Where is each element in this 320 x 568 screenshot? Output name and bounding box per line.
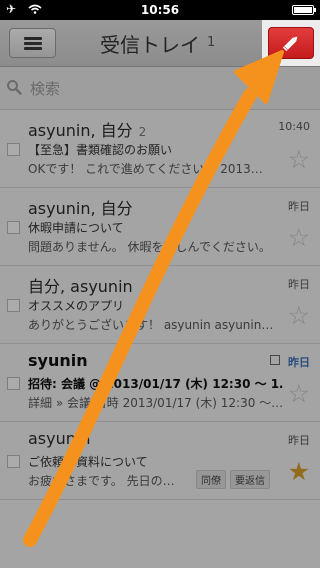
sender-name: syunin [28,351,88,370]
email-labels: 同僚 要返信 [196,469,274,489]
search-input[interactable]: 検索 [30,78,60,99]
email-date: 昨日 [288,434,310,447]
select-checkbox[interactable] [7,143,20,156]
sender-name: 自分, asyunin [28,277,133,296]
select-checkbox[interactable] [7,221,20,234]
compose-button-inner [268,27,314,59]
list-item[interactable]: 自分, asyunin 昨日 オススメのアプリ ありがとうございます！ asyu… [0,266,320,344]
page-title: 受信トレイ [100,33,200,57]
list-item[interactable]: asyunin, 自分 昨日 休暇申請について 問題ありません。 休暇を楽しんで… [0,188,320,266]
select-checkbox[interactable] [7,455,20,468]
mail-list: asyunin, 自分 2 10:40 【至急】書類確認のお願い OKです！ これ… [0,110,320,500]
email-snippet: ありがとうございます！ asyunin asyunin… [28,318,274,332]
label-chip: 要返信 [230,470,270,489]
email-sender: asyunin, 自分 2 [28,117,146,141]
star-icon[interactable]: ★ [288,459,310,484]
calendar-icon [270,355,280,365]
star-icon[interactable]: ☆ [288,381,310,406]
email-date: 昨日 [288,200,310,213]
email-subject: オススメのアプリ [28,299,125,313]
hamburger-icon [24,37,42,40]
email-snippet: 問題ありません。 休暇を楽しんでください。 [28,240,271,254]
menu-button[interactable] [9,28,56,58]
email-snippet: 詳細 » 会議 日時 2013/01/17 (木) 12:30 〜… [28,396,283,410]
email-snippet: お疲れさまです。 先日の… [28,474,175,488]
thread-count: 2 [138,125,147,139]
email-subject: 【至急】書類確認のお願い [28,143,173,157]
email-sender: asyunin, 自分 [28,195,133,219]
hamburger-icon-bar [24,47,42,50]
list-item[interactable]: syunin 昨日 招待: 会議 @ 2013/01/17 (木) 12:30 … [0,344,320,422]
email-sender: syunin [28,351,88,370]
email-date: 昨日 [288,278,310,291]
email-date: 10:40 [278,120,310,133]
sender-name: asyunin [28,429,91,448]
email-sender: 自分, asyunin [28,273,133,297]
email-subject: 招待: 会議 @ 2013/01/17 (木) 12:30 〜 1… [28,377,283,391]
status-time: 10:56 [140,3,180,17]
email-snippet: OKです！ これで進めてください。 2013… [28,162,263,176]
star-icon[interactable]: ☆ [288,147,310,172]
star-icon[interactable]: ☆ [288,225,310,250]
list-item[interactable]: asyunin, 自分 2 10:40 【至急】書類確認のお願い OKです！ これ… [0,110,320,188]
select-checkbox[interactable] [7,299,20,312]
hamburger-icon-bar [24,42,42,45]
search-icon [7,80,22,95]
compose-button[interactable] [262,20,320,66]
email-sender: asyunin [28,429,90,448]
sender-name: asyunin, 自分 [28,121,133,140]
label-chip: 同僚 [196,470,226,489]
pencil-icon [282,36,298,52]
email-subject: ご依頼の資料について [28,455,148,469]
search-bar[interactable]: 検索 [0,67,320,110]
list-item[interactable]: asyunin 昨日 ご依頼の資料について お疲れさまです。 先日の… 同僚 要返… [0,422,320,500]
email-date: 昨日 [288,356,310,369]
status-bar: ✈ 10:56 [0,0,320,20]
unread-count: 1 [207,35,216,50]
star-icon[interactable]: ☆ [288,303,310,328]
select-checkbox[interactable] [7,377,20,390]
email-subject: 休暇申請について [28,221,124,235]
sender-name: asyunin, 自分 [28,199,133,218]
battery-icon [292,5,316,15]
